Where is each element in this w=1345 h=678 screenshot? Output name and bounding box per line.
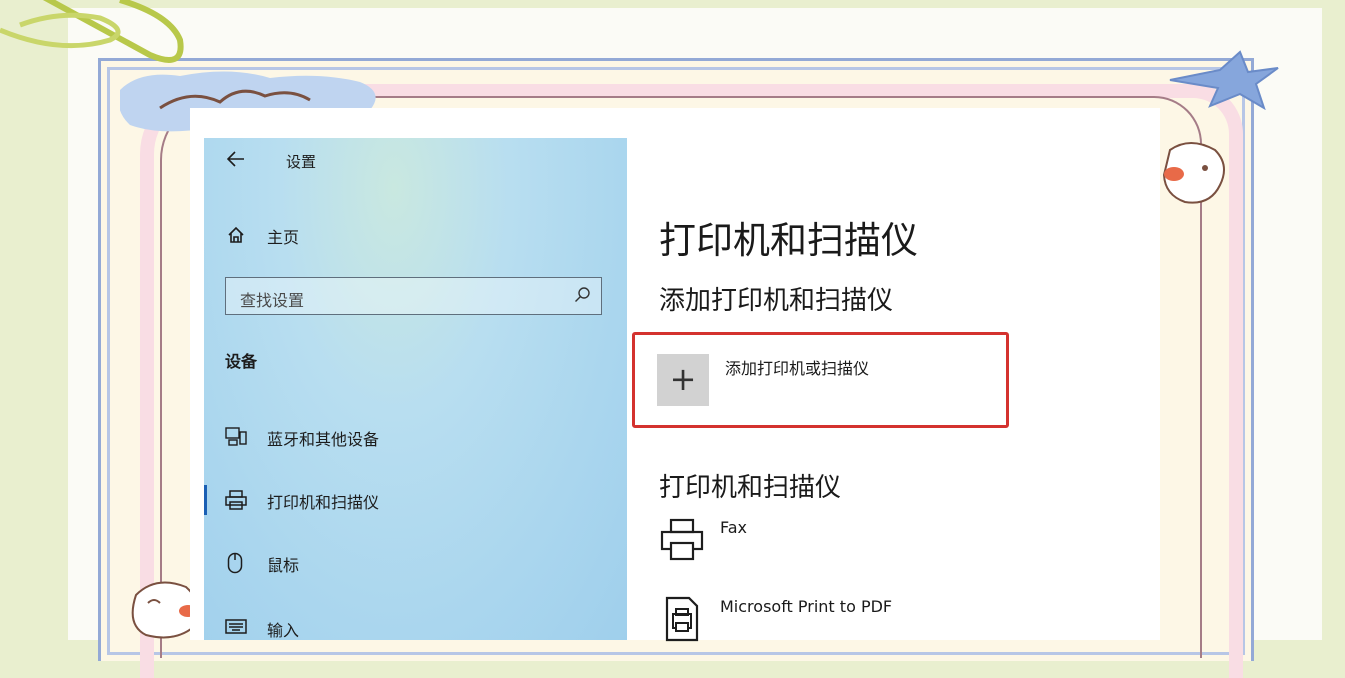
- settings-window: 设置 主页 查找设置 设备 蓝牙和其他设备 打印机和扫描仪 鼠标 输入 打印机和…: [190, 108, 1160, 642]
- selection-indicator: [204, 485, 207, 515]
- device-pdf[interactable]: Microsoft Print to PDF: [720, 597, 892, 616]
- add-printer-label[interactable]: 添加打印机或扫描仪: [725, 355, 869, 379]
- sidebar-item-printers[interactable]: 打印机和扫描仪: [267, 489, 379, 513]
- sidebar: 设置 主页 查找设置 设备 蓝牙和其他设备 打印机和扫描仪 鼠标 输入: [204, 138, 627, 640]
- star-decoration: [1169, 50, 1279, 110]
- sidebar-item-input[interactable]: 输入: [267, 617, 299, 641]
- back-arrow-icon[interactable]: [226, 151, 245, 171]
- search-placeholder: 查找设置: [240, 291, 305, 310]
- search-input[interactable]: 查找设置: [225, 277, 602, 315]
- mouse-icon: [227, 552, 243, 578]
- sidebar-item-bluetooth[interactable]: 蓝牙和其他设备: [267, 426, 379, 450]
- bluetooth-devices-icon: [225, 427, 247, 451]
- home-icon: [227, 226, 245, 248]
- window-title: 设置: [286, 153, 317, 171]
- plus-icon: +: [669, 360, 697, 398]
- printer-icon: [659, 518, 705, 564]
- search-icon[interactable]: [574, 286, 591, 308]
- pdf-printer-icon: [659, 596, 705, 642]
- section-title-devices: 设备: [225, 352, 258, 371]
- add-section-title: 添加打印机和扫描仪: [659, 286, 894, 316]
- paperclip-decoration: [0, 0, 184, 63]
- cloud-face-decoration: [1162, 142, 1225, 204]
- main-content: 打印机和扫描仪 添加打印机和扫描仪 + 添加打印机或扫描仪 打印机和扫描仪 Fa…: [627, 108, 1160, 642]
- sidebar-item-mouse[interactable]: 鼠标: [267, 552, 299, 576]
- page-title: 打印机和扫描仪: [659, 219, 918, 262]
- keyboard-icon: [225, 619, 247, 639]
- device-fax[interactable]: Fax: [720, 518, 747, 537]
- add-printer-button[interactable]: +: [657, 354, 709, 406]
- sidebar-item-home[interactable]: 主页: [267, 224, 299, 248]
- printer-list-title: 打印机和扫描仪: [659, 473, 842, 503]
- printer-icon: [225, 490, 247, 514]
